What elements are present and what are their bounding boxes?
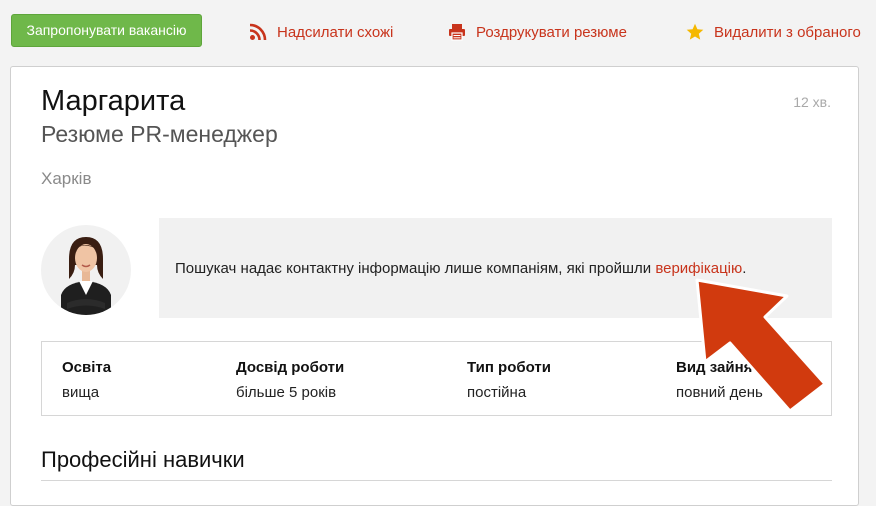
candidate-city: Харків bbox=[41, 169, 92, 188]
remove-favorite-link[interactable]: Видалити з обраного bbox=[686, 22, 861, 42]
star-icon bbox=[686, 23, 704, 40]
work-type-field: Тип роботи постійна bbox=[467, 359, 551, 401]
verification-link[interactable]: верифікацію bbox=[655, 260, 742, 277]
employment-type-value: повний день bbox=[676, 384, 763, 401]
candidate-name: Маргарита bbox=[41, 85, 186, 117]
person-icon bbox=[61, 237, 111, 315]
action-toolbar: Запропонувати вакансію Надсилати схожі Р… bbox=[0, 0, 876, 62]
avatar bbox=[41, 225, 131, 315]
notice-end: . bbox=[742, 259, 747, 277]
send-similar-label: Надсилати схожі bbox=[277, 23, 394, 41]
printer-icon bbox=[449, 24, 465, 41]
resume-title: Резюме PR-менеджер bbox=[41, 121, 278, 147]
education-value: вища bbox=[62, 384, 100, 401]
education-field: Освіта вища bbox=[62, 359, 111, 401]
employment-type-field: Вид зайнятості повний день bbox=[676, 359, 788, 401]
rss-icon bbox=[249, 23, 267, 41]
remove-favorite-label: Видалити з обраного bbox=[714, 23, 861, 41]
contact-notice: Пошукач надає контактну інформацію лише … bbox=[159, 218, 832, 318]
resume-card: Маргарита 12 хв. Резюме PR-менеджер Харк… bbox=[10, 66, 859, 506]
skills-heading: Професійні навички bbox=[41, 447, 245, 472]
experience-field: Досвід роботи більше 5 років bbox=[236, 359, 344, 401]
print-resume-link[interactable]: Роздрукувати резюме bbox=[448, 22, 627, 42]
employment-type-label: Вид зайнятості bbox=[676, 359, 789, 376]
posted-time: 12 хв. bbox=[793, 94, 831, 110]
skills-divider bbox=[41, 480, 832, 481]
resume-summary: Освіта вища Досвід роботи більше 5 років… bbox=[41, 341, 832, 416]
send-similar-link[interactable]: Надсилати схожі bbox=[249, 22, 393, 42]
experience-label: Досвід роботи bbox=[236, 359, 345, 376]
education-label: Освіта bbox=[62, 359, 112, 376]
experience-value: більше 5 років bbox=[236, 384, 337, 401]
print-resume-label: Роздрукувати резюме bbox=[476, 23, 627, 41]
propose-vacancy-button[interactable]: Запропонувати вакансію bbox=[11, 14, 202, 47]
notice-text: Пошукач надає контактну інформацію лише … bbox=[175, 259, 652, 277]
work-type-label: Тип роботи bbox=[467, 359, 551, 376]
work-type-value: постійна bbox=[467, 384, 527, 401]
